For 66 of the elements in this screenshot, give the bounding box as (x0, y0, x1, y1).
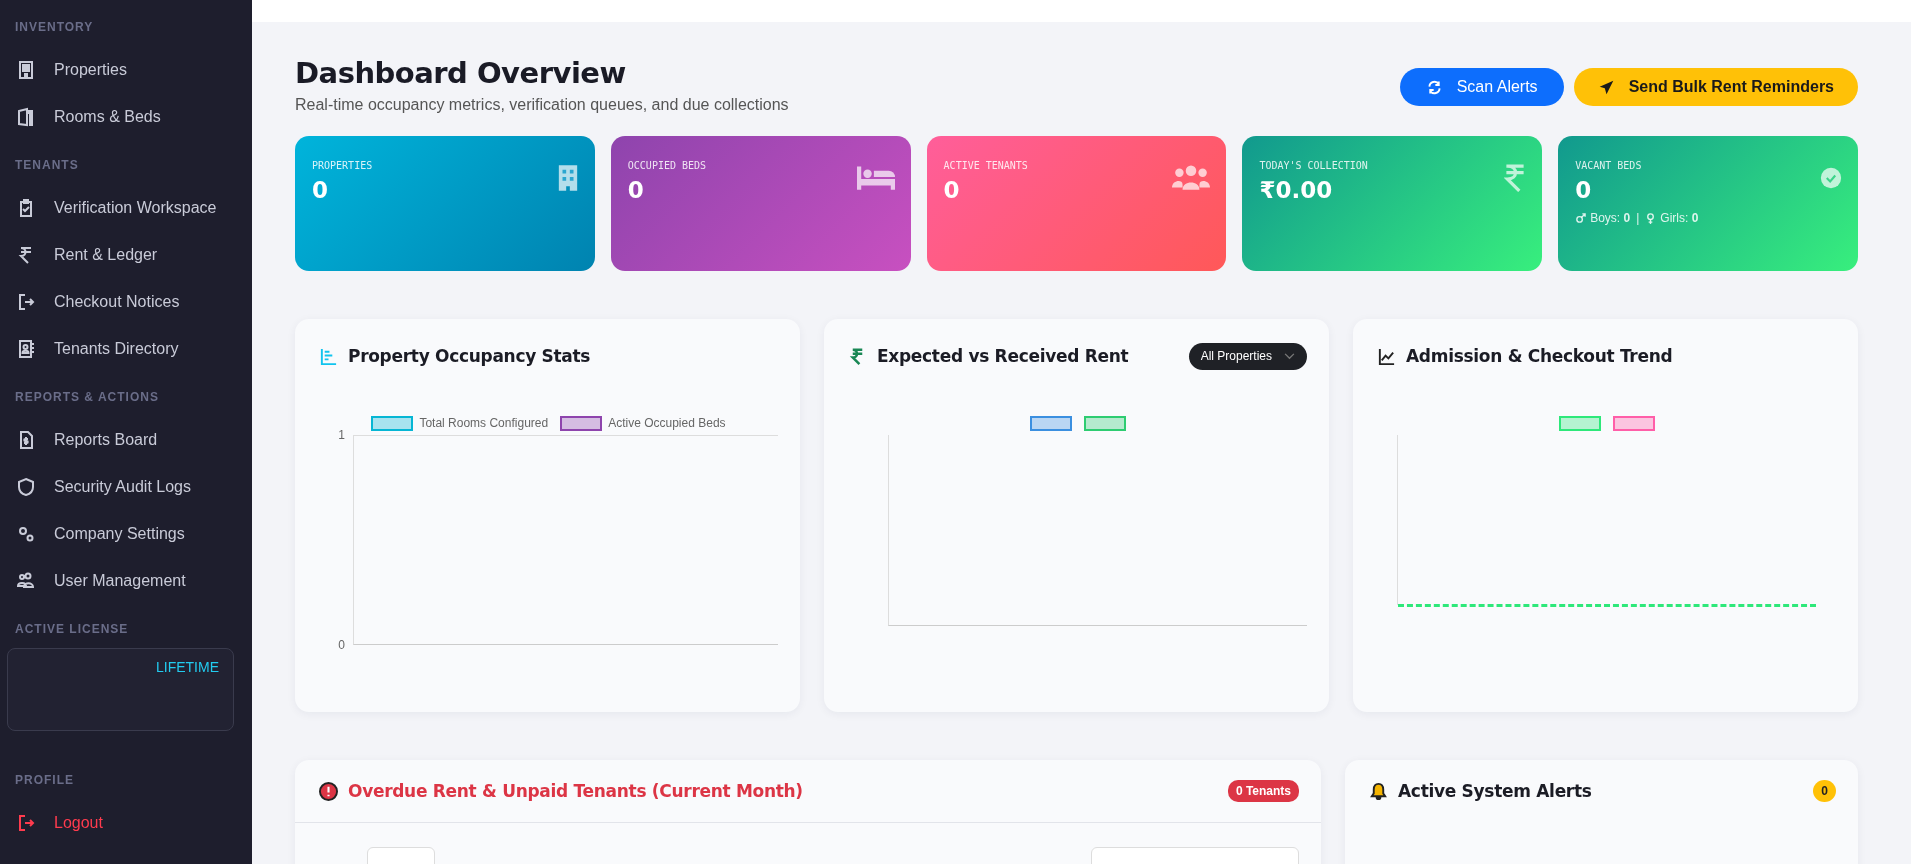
building-icon (556, 164, 579, 192)
chart-title: Expected vs Received Rent (877, 346, 1129, 366)
alert-icon (319, 781, 338, 801)
sidebar-item[interactable]: Tenants Directory (0, 325, 252, 372)
section-heading: INVENTORY (14, 19, 95, 36)
panel-title: Active System Alerts (1398, 781, 1592, 801)
count-badge: 0 (1813, 780, 1836, 802)
stat-value: 0 (627, 177, 645, 203)
sidebar-item[interactable]: Properties (0, 46, 252, 93)
section-heading: REPORTS & ACTIONS (14, 389, 160, 406)
stat-label: OCCUPIED BEDS (627, 160, 707, 171)
logout-link[interactable]: Logout (0, 799, 252, 846)
section-heading: PROFILE (14, 772, 75, 789)
axis-tick-label: 1 (337, 428, 345, 442)
bed-count: Girls: 0 (1660, 211, 1699, 225)
sidebar-item[interactable]: User Management (0, 557, 252, 604)
stat-label: VACANT BEDS (1575, 160, 1643, 171)
sidebar-item[interactable]: Company Settings (0, 510, 252, 557)
exit-icon (16, 812, 36, 833)
sidebar-item[interactable]: Checkout Notices (0, 278, 252, 325)
section-heading: TENANTS (14, 157, 80, 174)
sidebar-item[interactable]: Rent & Ledger (0, 231, 252, 278)
contact-card-icon (16, 338, 36, 359)
exit-icon (16, 291, 36, 312)
stat-label: PROPERTIES (312, 160, 373, 171)
refresh-icon (1425, 78, 1443, 96)
caret-icon (1284, 352, 1295, 360)
paper-plane-icon (1597, 78, 1615, 96)
chart-title: Admission & Checkout Trend (1406, 346, 1673, 366)
axis-tick-label: 0 (337, 638, 345, 652)
page-subtitle: Real-time occupancy metrics, verification queues, and due collections (295, 96, 789, 114)
users-icon (1172, 164, 1211, 190)
users-icon (16, 570, 36, 591)
stat-label: TODAY'S COLLECTION (1259, 160, 1368, 171)
shield-icon (16, 476, 36, 497)
rupee-icon (1504, 164, 1527, 192)
stat-value: 0 (312, 177, 329, 203)
building-icon (16, 59, 36, 80)
sidebar-item[interactable]: Rooms & Beds (0, 93, 252, 140)
bar-chart-icon (319, 346, 338, 366)
legend-label: Total Rooms Configured (419, 416, 549, 430)
bed-count: Boys: 0 (1590, 211, 1631, 225)
page-title: Dashboard Overview (295, 56, 627, 90)
count-badge: 0 Tenants (1227, 780, 1299, 802)
scan-alerts-button[interactable]: Scan Alerts (1399, 68, 1564, 106)
stat-value: 0 (1575, 177, 1593, 203)
sidebar-item[interactable]: Reports Board (0, 416, 252, 463)
bell-icon (1369, 781, 1388, 801)
chart-title: Property Occupancy Stats (348, 346, 591, 366)
send-reminders-button[interactable]: Send Bulk Rent Reminders (1573, 68, 1858, 106)
section-heading: ACTIVE LICENSE (14, 621, 130, 638)
property-filter-dropdown[interactable]: All Properties (1188, 342, 1307, 370)
stat-label: ACTIVE TENANTS (943, 160, 1028, 171)
stat-value: 0 (943, 177, 961, 203)
male-symbol-icon (1575, 212, 1587, 224)
sidebar-item[interactable]: Verification Workspace (0, 184, 252, 231)
line-chart-icon (1377, 346, 1396, 366)
stat-value: ₹0.00 (1259, 177, 1334, 203)
bed-icon (856, 164, 895, 190)
sidebar-item[interactable]: Security Audit Logs (0, 463, 252, 510)
license-plan: LIFETIME (156, 659, 219, 675)
panel-title: Overdue Rent & Unpaid Tenants (Current Month) (348, 781, 803, 801)
female-symbol-icon (1645, 212, 1657, 224)
separator: | (1636, 211, 1640, 225)
door-icon (16, 106, 36, 127)
legend-label: Active Occupied Beds (608, 416, 726, 430)
